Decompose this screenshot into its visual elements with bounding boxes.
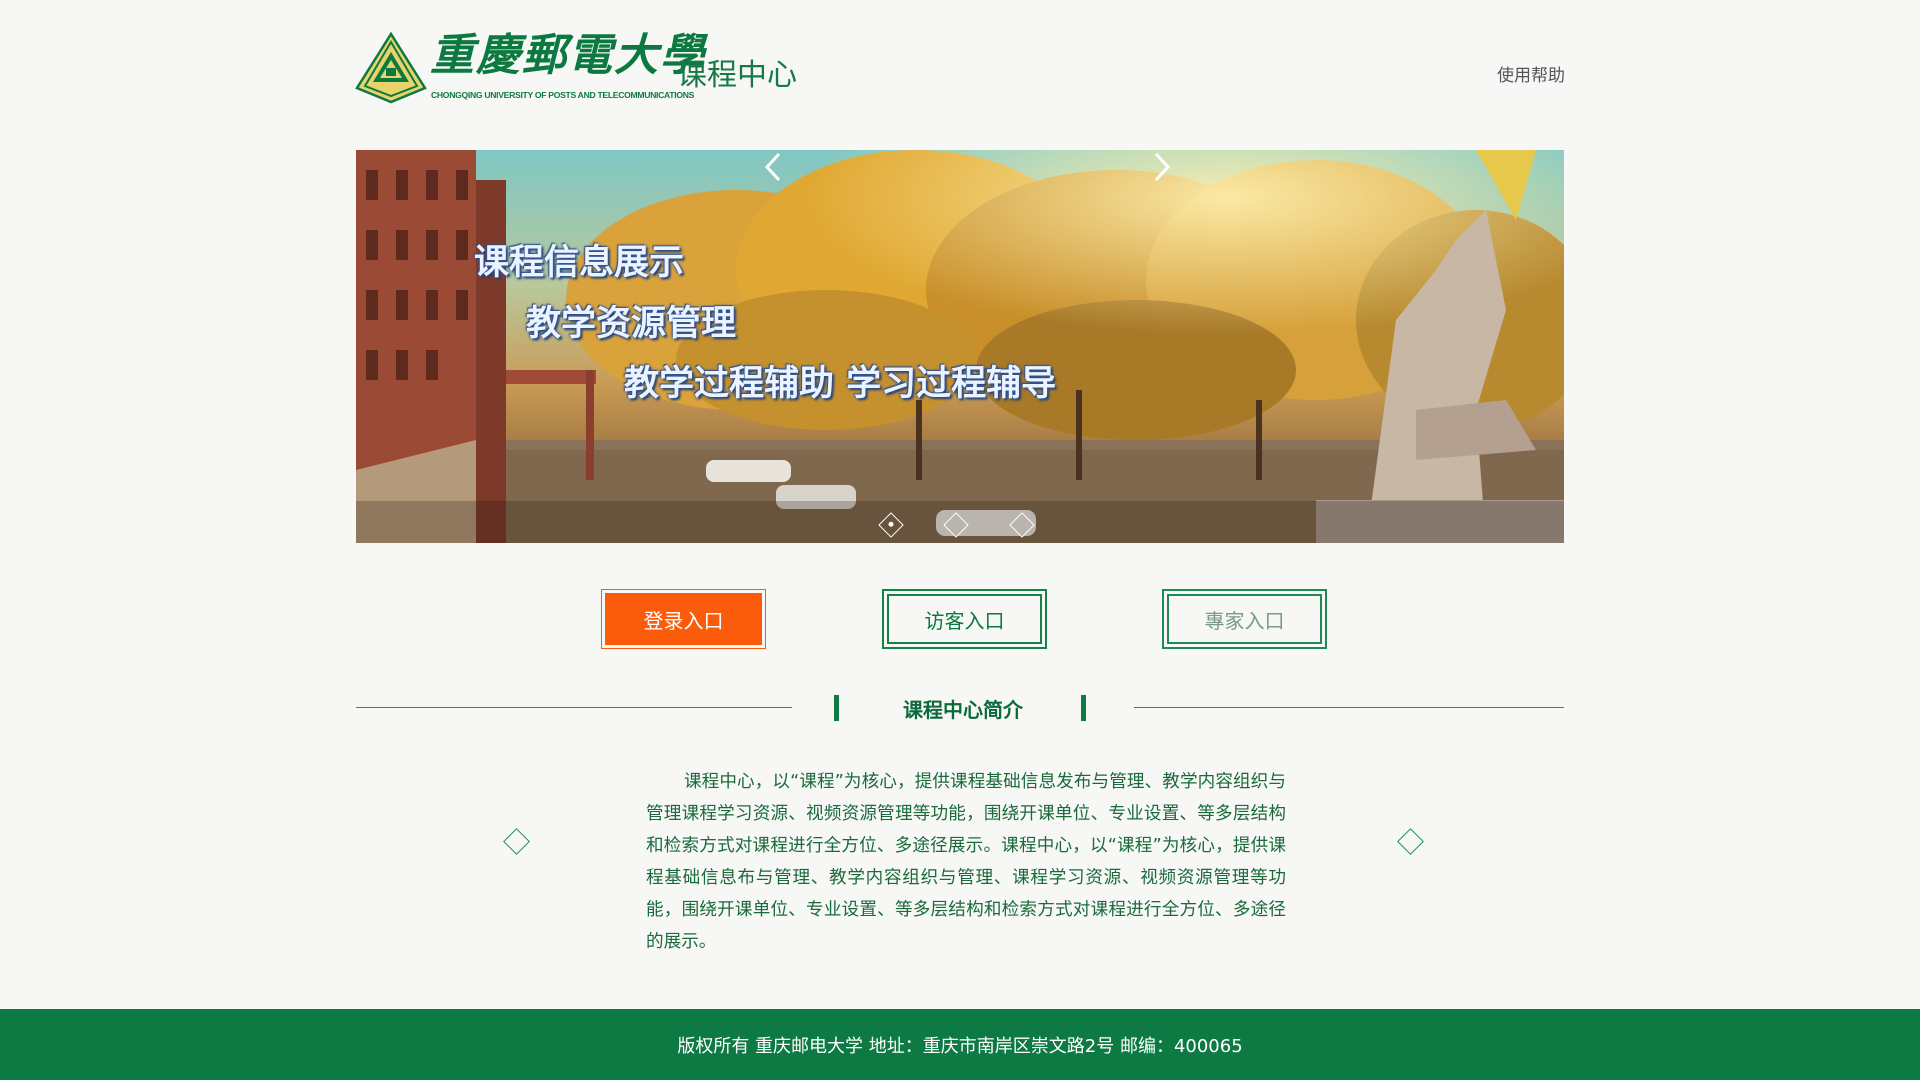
footer: 版权所有 重庆邮电大学 地址：重庆市南岸区崇文路2号 邮编：400065	[0, 1009, 1920, 1080]
site-title: 课程中心	[677, 58, 797, 93]
banner-line-3: 教学过程辅助 学习过程辅导	[624, 363, 1057, 404]
help-link[interactable]: 使用帮助	[1497, 61, 1565, 86]
footer-text: 版权所有 重庆邮电大学 地址：重庆市南岸区崇文路2号 邮编：400065	[677, 1035, 1243, 1057]
login-button[interactable]: 登录入口	[601, 589, 766, 649]
university-emblem-icon	[355, 32, 427, 104]
banner-image	[356, 150, 1564, 543]
section-title: 课程中心简介	[903, 698, 1023, 722]
banner-carousel: 课程信息展示 教学资源管理 教学过程辅助 学习过程辅导	[356, 150, 1564, 543]
diamond-icon	[503, 828, 530, 855]
banner-line-2: 教学资源管理	[526, 303, 737, 344]
banner-line-1: 课程信息展示	[474, 242, 685, 283]
arrow-right-icon[interactable]	[1150, 150, 1174, 184]
section-bar-left	[834, 695, 839, 721]
expert-button[interactable]: 專家入口	[1162, 589, 1327, 649]
section-bar-right	[1081, 695, 1086, 721]
arrow-left-icon[interactable]	[761, 150, 785, 184]
intro-text: 课程中心，以“课程”为核心，提供课程基础信息发布与管理、教学内容组织与管理课程学…	[646, 772, 1286, 952]
logo-chinese-name: 重慶郵電大學	[430, 30, 706, 81]
section-divider-right	[1134, 707, 1564, 708]
section-divider-left	[356, 707, 792, 708]
guest-button[interactable]: 访客入口	[882, 589, 1047, 649]
header: 重慶郵電大學 CHONGQING UNIVERSITY OF POSTS AND…	[355, 30, 1565, 110]
diamond-icon	[1397, 828, 1424, 855]
logo-english-name: CHONGQING UNIVERSITY OF POSTS AND TELECO…	[431, 90, 695, 100]
